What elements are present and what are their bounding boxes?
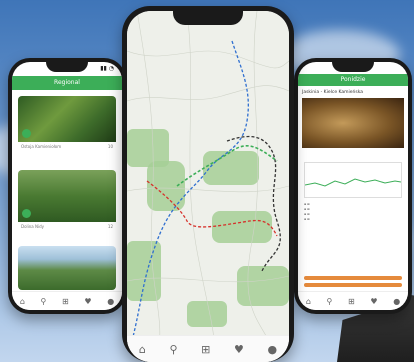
card-title: Dolina Nidy xyxy=(21,224,45,229)
add-icon[interactable]: ⊞ xyxy=(348,297,355,306)
app-header: Regional xyxy=(12,76,122,90)
user-icon[interactable]: ● xyxy=(107,297,114,306)
add-icon[interactable]: ⊞ xyxy=(201,343,210,356)
route-blue xyxy=(131,40,249,342)
place-card[interactable]: Ostoja Kamieniołom 10 xyxy=(18,96,116,151)
home-icon[interactable]: ⌂ xyxy=(306,297,311,306)
home-icon[interactable]: ⌂ xyxy=(139,343,146,356)
search-icon[interactable]: ⚲ xyxy=(41,297,47,306)
heart-icon[interactable]: ♥ xyxy=(84,297,91,306)
user-icon[interactable]: ● xyxy=(393,297,400,306)
right-phone-screen: Ponidzie Jaskinia - Kielce Kamieńska ▪ ▬… xyxy=(298,62,408,310)
phone-notch xyxy=(173,11,243,25)
map-view[interactable] xyxy=(127,11,289,362)
route-green xyxy=(176,145,278,187)
status-bar: ▮▮ ◔ xyxy=(12,62,122,76)
signal-icon: ▮▮ ◔ xyxy=(100,65,114,72)
user-icon[interactable]: ● xyxy=(268,343,278,356)
center-phone-screen: ⌂ ⚲ ⊞ ♥ ● xyxy=(127,11,289,362)
heart-icon[interactable]: ♥ xyxy=(370,297,377,306)
legend-block: ▪ ▬ ▪ ▬ ▪ ▬ ▪ ▬ xyxy=(304,202,334,242)
left-phone-screen: ▮▮ ◔ Regional Ostoja Kamieniołom 10 Doli… xyxy=(12,62,122,310)
category-icon xyxy=(22,129,31,138)
search-icon[interactable]: ⚲ xyxy=(169,343,177,356)
phone-notch xyxy=(332,62,374,72)
tab-bar: ⌂ ⚲ ⊞ ♥ ● xyxy=(12,291,122,310)
card-caption: Dolina Nidy 12 xyxy=(18,222,116,231)
search-icon[interactable]: ⚲ xyxy=(327,297,333,306)
route-dark xyxy=(226,135,281,272)
left-phone: ▮▮ ◔ Regional Ostoja Kamieniołom 10 Doli… xyxy=(8,58,126,314)
card-image xyxy=(18,246,116,290)
elevation-line xyxy=(304,178,402,187)
action-button[interactable] xyxy=(304,276,402,280)
card-caption: Ostoja Kamieniołom 10 xyxy=(18,142,116,151)
map-routes xyxy=(127,11,289,362)
tab-bar: ⌂ ⚲ ⊞ ♥ ● xyxy=(298,291,408,310)
place-title: Jaskinia - Kielce Kamieńska xyxy=(302,90,364,95)
header-title: Ponidzie xyxy=(340,76,366,83)
tab-bar: ⌂ ⚲ ⊞ ♥ ● xyxy=(127,335,289,362)
card-meta: 12 xyxy=(107,224,113,229)
place-card[interactable] xyxy=(18,246,116,290)
card-image xyxy=(18,96,116,142)
home-icon[interactable]: ⌂ xyxy=(20,297,25,306)
card-title: Ostoja Kamieniołom xyxy=(21,144,62,149)
card-meta: 10 xyxy=(107,144,113,149)
center-phone: ⌂ ⚲ ⊞ ♥ ● xyxy=(122,6,294,362)
right-phone: Ponidzie Jaskinia - Kielce Kamieńska ▪ ▬… xyxy=(294,58,412,314)
place-card[interactable]: Dolina Nidy 12 xyxy=(18,170,116,231)
action-button[interactable] xyxy=(304,283,402,287)
heart-icon[interactable]: ♥ xyxy=(234,343,244,356)
header-title: Regional xyxy=(54,79,80,86)
cave-photo xyxy=(302,98,404,148)
app-header: Ponidzie xyxy=(298,74,408,86)
card-image xyxy=(18,170,116,222)
elevation-chart xyxy=(304,162,402,198)
add-icon[interactable]: ⊞ xyxy=(62,297,69,306)
category-icon xyxy=(22,209,31,218)
legend-item: ▪ ▬ xyxy=(304,217,310,221)
